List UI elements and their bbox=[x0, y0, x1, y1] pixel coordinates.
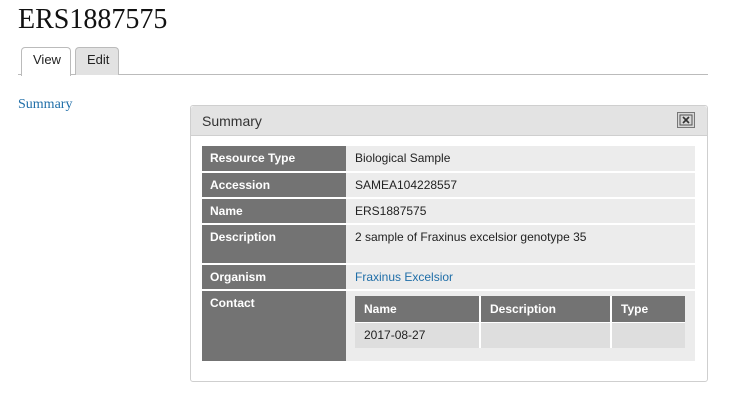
contact-header-name: Name bbox=[355, 296, 481, 322]
organism-value: Fraxinus Excelsior bbox=[346, 264, 695, 291]
tab-bar: View Edit bbox=[18, 47, 708, 76]
contact-type-cell bbox=[611, 321, 685, 348]
table-row: Description 2 sample of Fraxinus excelsi… bbox=[202, 224, 695, 265]
table-row: Resource Type Biological Sample bbox=[202, 146, 695, 173]
description-value: 2 sample of Fraxinus excelsior genotype … bbox=[346, 224, 695, 265]
accession-value: SAMEA104228557 bbox=[346, 172, 695, 199]
table-row: Accession SAMEA104228557 bbox=[202, 172, 695, 199]
contact-header-row: Name Description Type bbox=[355, 296, 685, 322]
summary-table: Resource Type Biological Sample Accessio… bbox=[202, 146, 695, 363]
contact-value: Name Description Type 2017-08-27 bbox=[346, 290, 695, 363]
organism-label: Organism bbox=[202, 264, 346, 291]
resource-type-value: Biological Sample bbox=[346, 146, 695, 173]
summary-panel: Summary Resource Type Biological Sample … bbox=[190, 105, 708, 382]
accession-label: Accession bbox=[202, 172, 346, 199]
page-title: ERS1887575 bbox=[18, 4, 168, 35]
name-label: Name bbox=[202, 198, 346, 225]
table-row: Contact Name Description Type 2017-08-27 bbox=[202, 290, 695, 363]
tab-edit[interactable]: Edit bbox=[75, 47, 119, 75]
tab-view[interactable]: View bbox=[21, 47, 71, 76]
resource-type-label: Resource Type bbox=[202, 146, 346, 173]
contact-table: Name Description Type 2017-08-27 bbox=[355, 296, 685, 348]
organism-link[interactable]: Fraxinus Excelsior bbox=[355, 270, 453, 284]
contact-description-cell bbox=[480, 321, 612, 348]
contact-row: 2017-08-27 bbox=[355, 321, 685, 348]
table-row: Name ERS1887575 bbox=[202, 198, 695, 225]
contact-name-cell: 2017-08-27 bbox=[355, 321, 481, 348]
close-icon[interactable] bbox=[677, 112, 695, 128]
name-value: ERS1887575 bbox=[346, 198, 695, 225]
contact-label: Contact bbox=[202, 290, 346, 363]
description-label: Description bbox=[202, 224, 346, 265]
contact-header-description: Description bbox=[480, 296, 612, 322]
panel-title: Summary bbox=[202, 113, 262, 129]
contact-header-type: Type bbox=[611, 296, 685, 322]
table-row: Organism Fraxinus Excelsior bbox=[202, 264, 695, 291]
panel-header: Summary bbox=[191, 106, 707, 136]
summary-link[interactable]: Summary bbox=[18, 97, 72, 113]
